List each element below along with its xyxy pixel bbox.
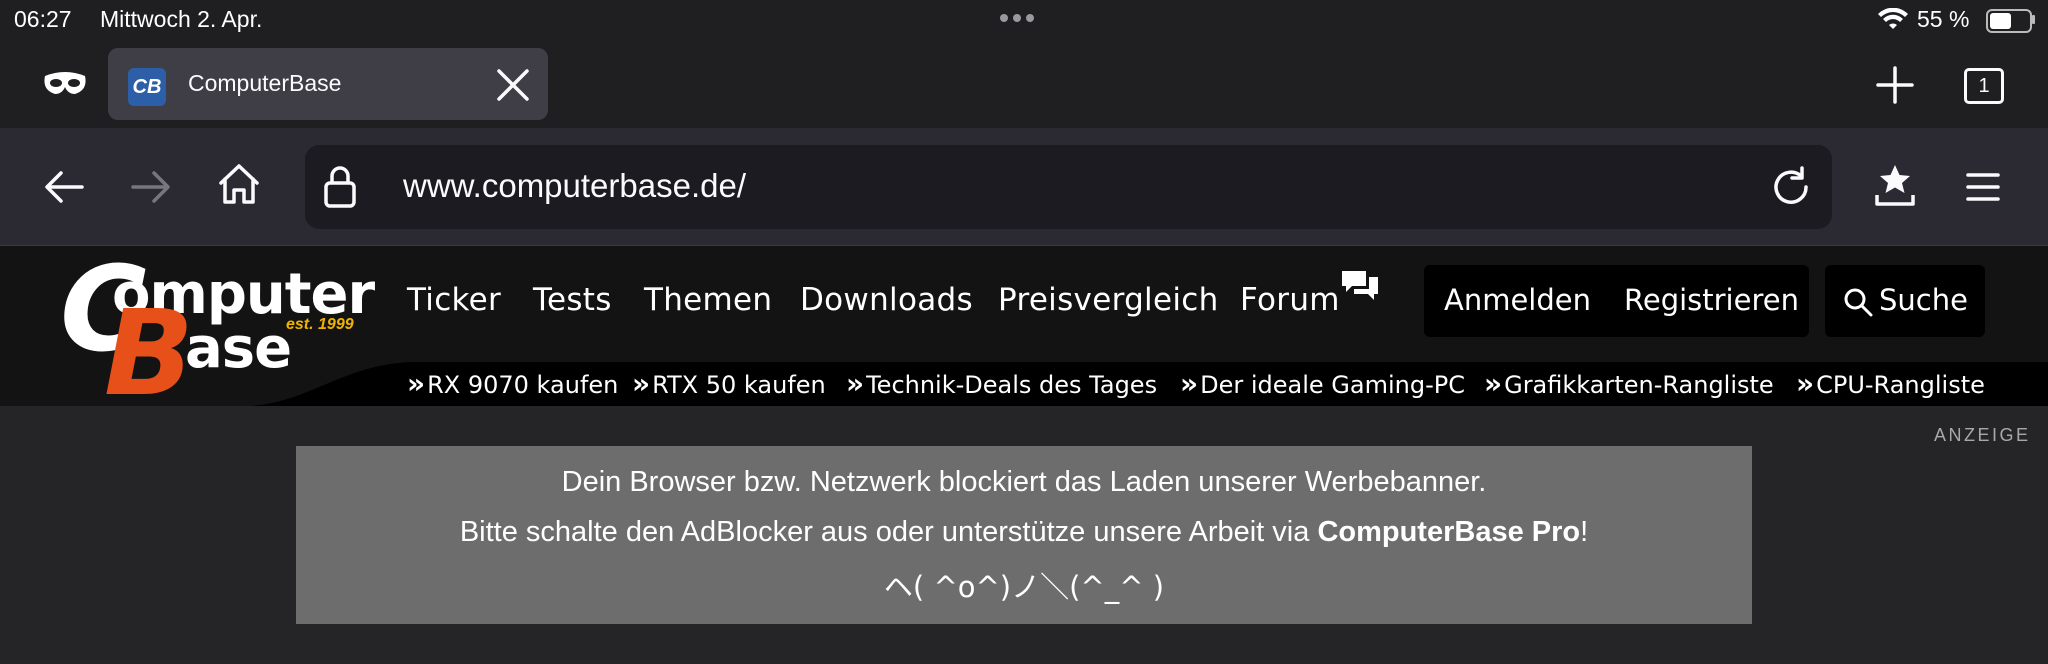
- private-browsing-mask-icon[interactable]: [42, 70, 88, 98]
- back-arrow-icon[interactable]: [44, 170, 84, 204]
- quicklink-label: Technik-Deals des Tages: [866, 371, 1158, 399]
- computerbase-favicon-icon: CB: [128, 68, 166, 106]
- quicklink-technik-deals[interactable]: »Technik-Deals des Tages: [846, 367, 1157, 400]
- status-bar: 06:27 Mittwoch 2. Apr. 55 %: [0, 0, 2048, 40]
- battery-percent: 55 %: [1917, 6, 1970, 32]
- nav-tests[interactable]: Tests: [533, 282, 612, 318]
- wifi-icon: [1878, 8, 1908, 29]
- computerbase-logo[interactable]: C omputer B ase est. 1999: [60, 240, 375, 422]
- hamburger-menu-icon[interactable]: [1966, 172, 2000, 202]
- quicklink-label: RTX 50 kaufen: [652, 371, 826, 399]
- quicklink-label: Der ideale Gaming-PC: [1200, 371, 1465, 399]
- ad-line-2-end: !: [1580, 516, 1589, 548]
- logo-b-letter: B: [104, 284, 194, 422]
- search-icon: [1844, 288, 1873, 317]
- quicklink-label: RX 9070 kaufen: [427, 371, 619, 399]
- quicklink-rx9070[interactable]: »RX 9070 kaufen: [407, 367, 618, 400]
- new-tab-plus-icon[interactable]: [1876, 66, 1914, 104]
- tab-computerbase[interactable]: CB ComputerBase: [108, 48, 548, 120]
- ad-line-3-emoticon: ヘ( ^o^)ノ＼(^_^ ): [883, 570, 1165, 604]
- search-label: Suche: [1879, 283, 1968, 317]
- reload-icon[interactable]: [1770, 166, 1812, 208]
- quicklink-cpu-rangliste[interactable]: »CPU-Rangliste: [1796, 367, 1985, 400]
- lock-icon[interactable]: [323, 165, 357, 209]
- logo-est: est. 1999: [286, 316, 354, 333]
- close-tab-icon[interactable]: [496, 68, 530, 102]
- battery-cap: [2032, 15, 2035, 24]
- ad-line-1: Dein Browser bzw. Netzwerk blockiert das…: [561, 466, 1487, 498]
- multitasking-dots-icon[interactable]: [1000, 9, 1039, 27]
- url-bar[interactable]: www.computerbase.de/: [305, 145, 1832, 229]
- search-button[interactable]: Suche: [1825, 265, 1985, 337]
- tab-title: ComputerBase: [188, 70, 342, 96]
- home-icon[interactable]: [217, 163, 261, 205]
- quicklink-gaming-pc[interactable]: »Der ideale Gaming-PC: [1180, 367, 1465, 400]
- nav-themen[interactable]: Themen: [644, 282, 772, 318]
- ad-line-2: Bitte schalte den AdBlocker aus oder unt…: [296, 516, 1752, 549]
- bookmark-star-icon[interactable]: [1874, 163, 1916, 207]
- quicklink-label: Grafikkarten-Rangliste: [1504, 371, 1774, 399]
- quicklink-rtx50[interactable]: »RTX 50 kaufen: [632, 367, 826, 400]
- url-text[interactable]: www.computerbase.de/: [403, 167, 746, 205]
- ad-label: ANZEIGE: [1934, 425, 2031, 445]
- login-link[interactable]: Anmelden: [1444, 283, 1591, 317]
- register-link[interactable]: Registrieren: [1624, 283, 1799, 317]
- status-time: 06:27: [14, 6, 72, 32]
- adblock-notice: Dein Browser bzw. Netzwerk blockiert das…: [296, 446, 1752, 624]
- tabs-overview-button[interactable]: 1: [1964, 68, 2004, 104]
- computerbase-pro-link[interactable]: ComputerBase Pro: [1317, 516, 1580, 548]
- quicklink-label: CPU-Rangliste: [1816, 371, 1985, 399]
- nav-preisvergleich[interactable]: Preisvergleich: [998, 282, 1219, 318]
- nav-ticker[interactable]: Ticker: [407, 282, 501, 318]
- battery-icon: [1986, 9, 2032, 33]
- forum-chat-bubbles-icon: [1342, 271, 1378, 300]
- nav-downloads[interactable]: Downloads: [800, 282, 973, 318]
- status-date: Mittwoch 2. Apr.: [100, 6, 263, 32]
- nav-forum[interactable]: Forum: [1240, 282, 1340, 318]
- ad-line-2-text: Bitte schalte den AdBlocker aus oder unt…: [459, 516, 1318, 548]
- auth-box: Anmelden Registrieren: [1424, 265, 1809, 337]
- forward-arrow-icon[interactable]: [131, 170, 171, 204]
- quicklink-grafikkarten-rangliste[interactable]: »Grafikkarten-Rangliste: [1484, 367, 1774, 400]
- battery-fill: [1990, 13, 2011, 29]
- logo-word-base: ase: [185, 316, 292, 381]
